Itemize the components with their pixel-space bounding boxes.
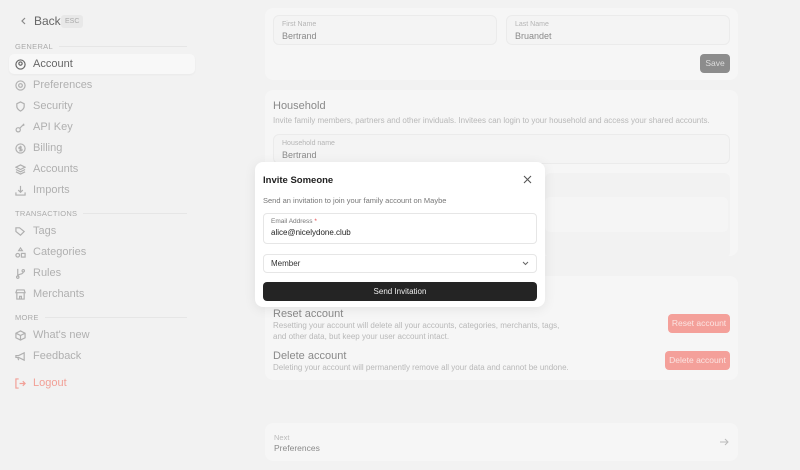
label: Household name [282,140,335,147]
email-value: alice@nicelydone.club [271,228,351,237]
close-icon[interactable] [523,175,532,184]
git-branch-icon [15,268,26,279]
label: Last Name [515,21,549,28]
back-button[interactable]: Back [20,14,61,28]
sidebar-item-imports[interactable]: Imports [9,180,195,200]
store-icon [15,288,26,300]
modal-desc: Send an invitation to join your family a… [263,196,447,205]
email-label: Email Address [271,218,313,225]
delete-account-button[interactable]: Delete account [665,351,730,370]
sidebar-item-billing[interactable]: Billing [9,138,195,158]
download-icon [15,185,26,196]
sidebar-item-whats-new[interactable]: What's new [9,325,195,345]
label: Preferences [33,79,93,91]
reset-account-button[interactable]: Reset account [668,314,730,333]
sidebar-item-security[interactable]: Security [9,96,195,116]
user-circle-icon [15,58,26,70]
first-name-field[interactable]: First Name Bertrand [273,15,497,45]
chevron-left-icon [21,17,26,25]
delete-title: Delete account [273,350,347,362]
next-page-title: Preferences [274,443,320,453]
label: Merchants [33,288,85,300]
next-page-link[interactable] [265,423,738,461]
gear-icon [15,79,26,91]
sidebar-item-account[interactable]: Account [9,54,195,74]
label: Rules [33,267,62,279]
label: First Name [282,21,317,28]
sidebar-item-preferences[interactable]: Preferences [9,75,195,95]
household-desc: Invite family members, partners and othe… [273,116,710,125]
delete-desc: Deleting your account will permanently r… [273,363,569,372]
arrow-right-icon [720,438,729,446]
layers-icon [15,163,26,175]
last-name-field[interactable]: Last Name Bruandet [506,15,730,45]
back-label: Back [34,14,61,28]
required-mark: * [314,218,317,225]
dollar-circle-icon [15,142,26,154]
value: Bertrand [282,31,317,41]
shapes-icon [15,246,26,258]
label: Tags [33,225,57,237]
reset-title: Reset account [273,308,344,320]
value: Bruandet [515,31,552,41]
sidebar-item-merchants[interactable]: Merchants [9,284,195,304]
logout-button[interactable]: Logout [9,373,195,393]
label: API Key [33,121,73,133]
household-name-field[interactable]: Household name Bertrand [273,134,730,164]
shield-icon [16,100,25,112]
label: Security [33,100,73,112]
logout-icon [15,377,26,389]
sidebar-item-categories[interactable]: Categories [9,242,195,262]
box-icon [15,329,26,341]
sidebar-item-accounts[interactable]: Accounts [9,159,195,179]
sidebar-item-api-key[interactable]: API Key [9,117,195,137]
label: Categories [33,246,87,258]
role-select[interactable]: Member [263,254,537,273]
sidebar-item-feedback[interactable]: Feedback [9,346,195,366]
member-row [545,197,728,232]
label: Billing [33,142,63,154]
modal-title: Invite Someone [263,175,334,186]
section-general: GENERAL [15,42,187,51]
sidebar-item-tags[interactable]: Tags [9,221,195,241]
label: What's new [33,329,90,341]
send-invitation-button[interactable]: Send Invitation [263,282,537,301]
reset-desc: Resetting your account will delete all y… [273,321,560,341]
invite-modal: Invite Someone Send an invitation to joi… [255,162,545,307]
key-icon [15,122,25,132]
chevron-down-icon [522,261,529,266]
label: Accounts [33,163,79,175]
label: Account [33,58,73,70]
household-title: Household [273,100,326,112]
tags-icon [15,226,26,236]
section-transactions: TRANSACTIONS [15,209,187,218]
email-field[interactable]: Email Address * alice@nicelydone.club [263,213,537,244]
label: Imports [33,184,70,196]
label: Logout [33,377,67,389]
label: Feedback [33,350,82,362]
esc-badge: ESC [61,15,84,28]
sidebar-item-rules[interactable]: Rules [9,263,195,283]
megaphone-icon [15,351,25,361]
role-value: Member [271,259,301,268]
save-button[interactable]: Save [700,54,730,73]
section-more: MORE [15,313,187,322]
value: Bertrand [282,150,317,160]
next-label: Next [274,433,290,442]
